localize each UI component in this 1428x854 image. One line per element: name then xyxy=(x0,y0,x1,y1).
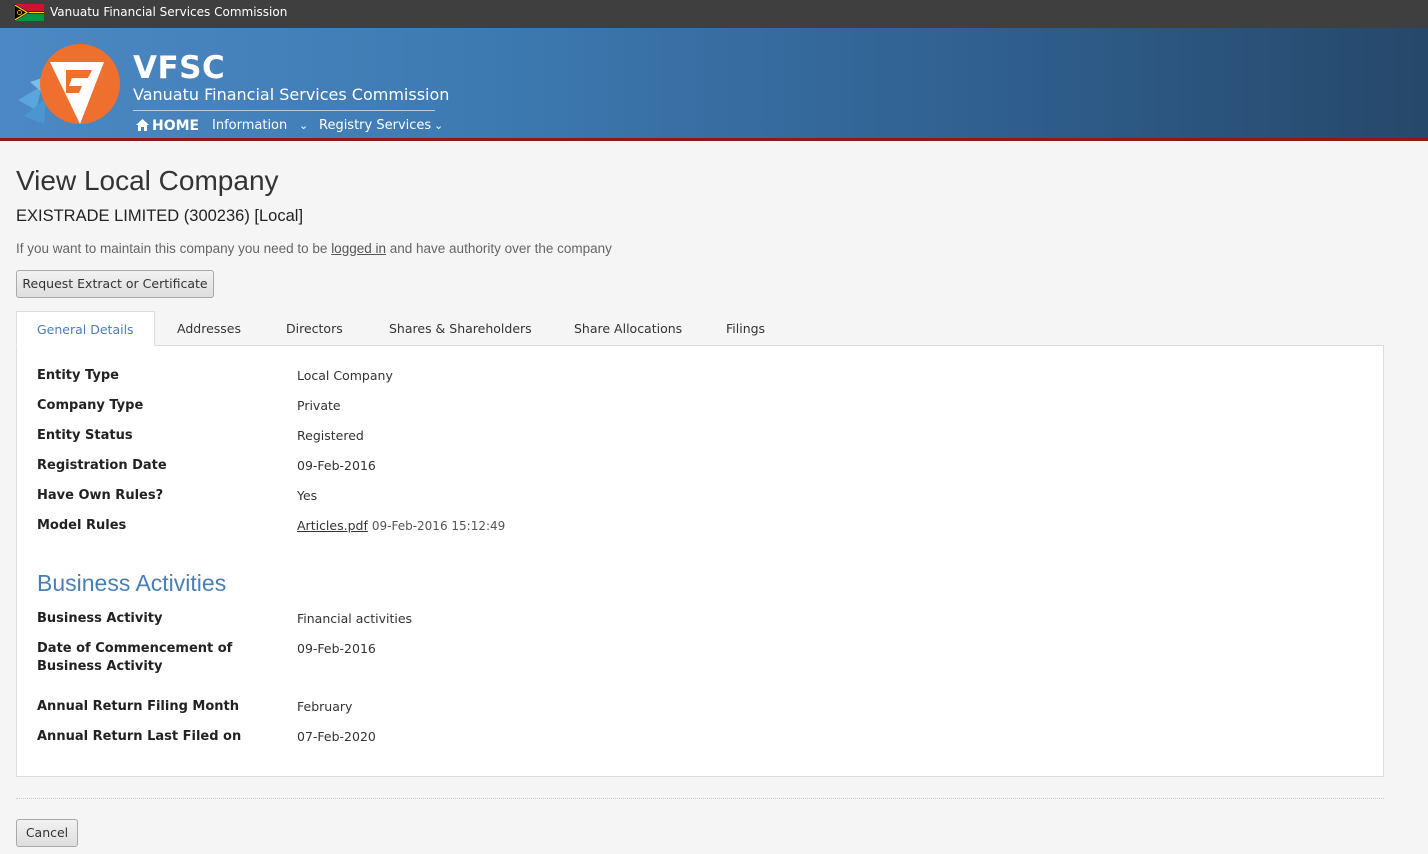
vfsc-logo-icon[interactable] xyxy=(14,42,124,132)
notice-text-after: and have authority over the company xyxy=(386,241,612,256)
topbar-title: Vanuatu Financial Services Commission xyxy=(50,5,288,19)
notice-text-before: If you want to maintain this company you… xyxy=(16,241,332,256)
last-filed-value: 07-Feb-2020 xyxy=(297,729,376,744)
brand-name: VFSC xyxy=(133,50,226,86)
site-header: VFSC Vanuatu Financial Services Commissi… xyxy=(0,28,1428,141)
request-extract-button[interactable]: Request Extract or Certificate xyxy=(16,270,214,298)
business-activity-value: Financial activities xyxy=(297,611,413,626)
commencement-date-label: Date of Commencement of Business Activit… xyxy=(37,641,233,674)
page-title: View Local Company xyxy=(16,165,279,196)
form-divider xyxy=(16,798,1384,799)
nav-home[interactable]: HOME xyxy=(136,116,199,136)
chevron-down-icon[interactable]: ⌄ xyxy=(299,116,308,136)
login-notice: If you want to maintain this company you… xyxy=(16,239,612,259)
entity-type-label: Entity Type xyxy=(37,368,119,383)
company-name: EXISTRADE LIMITED (300236) [Local] xyxy=(16,207,304,225)
nav-registry-services[interactable]: Registry Services xyxy=(319,116,431,136)
home-icon xyxy=(136,119,149,131)
nav-information[interactable]: Information xyxy=(212,116,287,136)
login-link[interactable]: logged in xyxy=(331,241,386,256)
own-rules-value: Yes xyxy=(297,488,318,503)
company-type-label: Company Type xyxy=(37,398,144,413)
tab-shares-shareholders[interactable]: Shares & Shareholders xyxy=(389,311,532,346)
company-type-value: Private xyxy=(297,398,341,413)
tab-directors[interactable]: Directors xyxy=(286,311,343,346)
articles-pdf-link[interactable]: Articles.pdf xyxy=(297,518,368,533)
vanuatu-flag-icon xyxy=(15,4,44,21)
business-activity-label: Business Activity xyxy=(37,611,163,626)
registration-date-label: Registration Date xyxy=(37,458,167,473)
tab-share-allocations[interactable]: Share Allocations xyxy=(574,311,682,346)
model-rules-value: Articles.pdf 09-Feb-2016 15:12:49 xyxy=(297,517,505,535)
nav-home-label: HOME xyxy=(152,118,200,134)
entity-type-value: Local Company xyxy=(297,368,393,383)
tab-general-details[interactable]: General Details xyxy=(16,311,155,346)
entity-status-label: Entity Status xyxy=(37,428,133,443)
registration-date-value: 09-Feb-2016 xyxy=(297,458,376,473)
cancel-button[interactable]: Cancel xyxy=(16,819,78,847)
brand-divider xyxy=(133,110,435,111)
own-rules-label: Have Own Rules? xyxy=(37,488,164,503)
commencement-date-value: 09-Feb-2016 xyxy=(297,641,376,656)
last-filed-label: Annual Return Last Filed on xyxy=(37,729,242,744)
tab-filings[interactable]: Filings xyxy=(726,311,765,346)
filing-month-value: February xyxy=(297,699,353,714)
filing-month-label: Annual Return Filing Month xyxy=(37,699,239,714)
general-details-panel: Entity Type Local Company Company Type P… xyxy=(16,345,1384,777)
chevron-down-icon[interactable]: ⌄ xyxy=(434,116,443,136)
tab-addresses[interactable]: Addresses xyxy=(177,311,241,346)
model-rules-label: Model Rules xyxy=(37,518,127,533)
model-rules-timestamp: 09-Feb-2016 15:12:49 xyxy=(371,519,506,533)
business-activities-heading: Business Activities xyxy=(37,570,227,596)
top-bar: Vanuatu Financial Services Commission xyxy=(0,0,1428,28)
entity-status-value: Registered xyxy=(297,428,364,443)
brand-subtitle: Vanuatu Financial Services Commission xyxy=(133,85,450,104)
